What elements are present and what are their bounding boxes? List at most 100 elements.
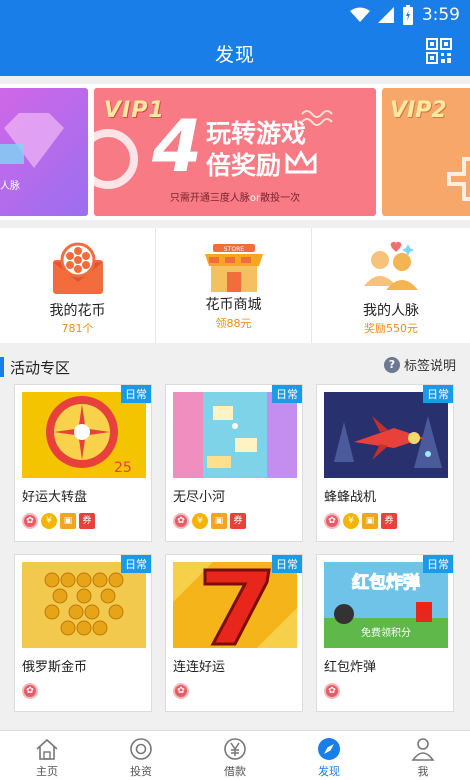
tab-label: 发现 xyxy=(318,765,340,778)
red-envelope-icon xyxy=(52,242,103,294)
game-name: 俄罗斯金币 xyxy=(22,660,88,675)
menu-title: 我的花币 xyxy=(49,303,106,319)
gamepad-left-icon xyxy=(94,129,138,189)
banner-card-prev[interactable]: 人脉 xyxy=(0,88,88,216)
banner-prev-sub: 人脉 xyxy=(0,181,20,192)
daily-badge: 日常 xyxy=(121,385,151,403)
game-card-wheel[interactable]: 25 日常 好运大转盘 ✿ ¥ ▣ 券 xyxy=(14,384,152,542)
game-card-red-packet-bomb[interactable]: 红包炸弹 免费领积分 日常 红包炸弹 ✿ xyxy=(316,554,454,712)
people-icon xyxy=(364,241,418,290)
vip2-label: VIP2 xyxy=(390,98,447,123)
coin-tag-icon: ¥ xyxy=(343,513,359,529)
game-card-fighter[interactable]: 日常 蜂蜂战机 ✿ ¥ ▣ 券 xyxy=(316,384,454,542)
tag-help-label: 标签说明 xyxy=(403,359,456,374)
diamond-icon xyxy=(0,113,64,168)
tag-help-link[interactable]: ? 标签说明 xyxy=(383,355,456,374)
gift-tag-icon: ▣ xyxy=(362,513,378,529)
top-navbar: 发现 xyxy=(0,30,470,76)
svg-text:25: 25 xyxy=(114,460,132,476)
plus-icon xyxy=(447,157,470,201)
menu-sub: 奖励550元 xyxy=(364,322,418,335)
banner-card-vip2[interactable]: VIP2 只 xyxy=(382,88,470,216)
flower-tag-icon: ✿ xyxy=(324,513,340,529)
game-card-lucky-seven[interactable]: 日常 连连好运 ✿ xyxy=(165,554,303,712)
daily-badge: 日常 xyxy=(423,555,453,573)
daily-badge: 日常 xyxy=(121,555,151,573)
game-name: 红包炸弹 xyxy=(324,660,377,675)
banner-carousel[interactable]: 人脉 VIP1 4 玩转游戏 倍奖励 只需开通三度人脉or散投一次 VIP2 只 xyxy=(0,84,470,220)
daily-badge: 日常 xyxy=(272,555,302,573)
ticket-tag-icon: 券 xyxy=(79,513,95,529)
target-icon xyxy=(130,738,152,760)
game-name: 好运大转盘 xyxy=(22,490,88,505)
flower-coin-store-button[interactable]: STORE 花币商城 领88元 xyxy=(156,228,312,343)
game-tags: ✿ ¥ ▣ 券 xyxy=(173,513,246,529)
section-title: 活动专区 xyxy=(10,359,71,377)
qr-code-icon[interactable] xyxy=(426,38,452,64)
status-time: 3:59 xyxy=(421,5,460,25)
tab-label: 借款 xyxy=(224,765,246,778)
banner-line2: 倍奖励 xyxy=(206,151,282,180)
bee-fighter-art xyxy=(324,392,448,478)
flower-tag-icon: ✿ xyxy=(22,683,38,699)
game-name: 蜂蜂战机 xyxy=(324,490,377,505)
game-tags: ✿ xyxy=(173,683,189,699)
game-tags: ✿ xyxy=(324,683,340,699)
quick-menu: 我的花币 781个 STORE 花币商城 领88元 我的人脉 奖励550元 xyxy=(0,228,470,343)
svg-text:红包炸弹: 红包炸弹 xyxy=(352,572,420,593)
status-bar: 3:59 xyxy=(0,0,470,30)
ticket-tag-icon: 券 xyxy=(381,513,397,529)
red-packet-bomb-art: 红包炸弹 免费领积分 xyxy=(324,562,448,648)
tab-label: 投资 xyxy=(130,765,152,778)
page-title: 发现 xyxy=(214,44,255,66)
tab-discover[interactable]: 发现 xyxy=(282,731,376,780)
tab-loan[interactable]: 借款 xyxy=(188,731,282,780)
store-icon: STORE xyxy=(204,244,263,292)
banner-card-vip1[interactable]: VIP1 4 玩转游戏 倍奖励 只需开通三度人脉or散投一次 xyxy=(94,88,376,216)
svg-text:STORE: STORE xyxy=(223,246,243,253)
person-icon xyxy=(411,738,435,761)
flower-tag-icon: ✿ xyxy=(22,513,38,529)
banner-subtext: 只需开通三度人脉or散投一次 xyxy=(169,193,301,204)
banner-big-number: 4 xyxy=(152,104,203,188)
wave-decor-icon xyxy=(301,110,333,126)
menu-sub: 领88元 xyxy=(215,317,252,330)
menu-title: 花币商城 xyxy=(205,297,262,313)
bottom-tab-bar: 主页 投资 借款 发现 我 xyxy=(0,730,470,780)
coin-tag-icon: ¥ xyxy=(41,513,57,529)
flower-tag-icon: ✿ xyxy=(173,683,189,699)
menu-sub: 781个 xyxy=(61,322,94,335)
yen-icon xyxy=(224,738,246,760)
game-card-river[interactable]: 日常 无尽小河 ✿ ¥ ▣ 券 xyxy=(165,384,303,542)
crown-icon xyxy=(285,150,317,174)
daily-badge: 日常 xyxy=(423,385,453,403)
activity-section-header: 活动专区 ? 标签说明 xyxy=(0,353,470,381)
ticket-tag-icon: 券 xyxy=(230,513,246,529)
lucky-wheel-art: 25 xyxy=(22,392,146,478)
menu-title: 我的人脉 xyxy=(363,303,419,319)
game-name: 无尽小河 xyxy=(173,490,226,505)
my-flower-coins-button[interactable]: 我的花币 781个 xyxy=(0,228,156,343)
game-tags: ✿ xyxy=(22,683,38,699)
tab-label: 主页 xyxy=(36,765,58,778)
tab-home[interactable]: 主页 xyxy=(0,731,94,780)
tetris-coins-art xyxy=(22,562,146,648)
gift-tag-icon: ▣ xyxy=(60,513,76,529)
coin-tag-icon: ¥ xyxy=(192,513,208,529)
game-tags: ✿ ¥ ▣ 券 xyxy=(324,513,397,529)
signal-icon xyxy=(377,7,394,23)
game-card-tetris-coins[interactable]: 日常 俄罗斯金币 ✿ xyxy=(14,554,152,712)
daily-badge: 日常 xyxy=(272,385,302,403)
flower-tag-icon: ✿ xyxy=(173,513,189,529)
tab-invest[interactable]: 投资 xyxy=(94,731,188,780)
tab-me[interactable]: 我 xyxy=(376,731,470,780)
section-accent-bar xyxy=(0,357,4,377)
game-tags: ✿ ¥ ▣ 券 xyxy=(22,513,95,529)
my-network-button[interactable]: 我的人脉 奖励550元 xyxy=(312,228,470,343)
tab-label: 我 xyxy=(417,765,429,778)
svg-text:免费领积分: 免费领积分 xyxy=(361,626,411,639)
home-icon xyxy=(36,738,58,760)
wifi-icon xyxy=(349,7,370,22)
compass-icon xyxy=(318,738,340,760)
endless-river-art xyxy=(173,392,297,478)
